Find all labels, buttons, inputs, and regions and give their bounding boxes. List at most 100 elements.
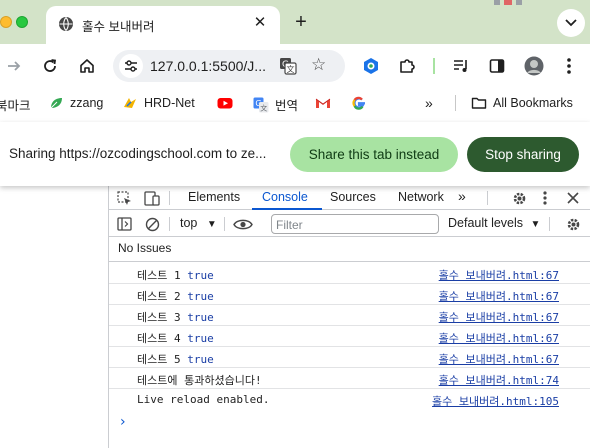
side-panel-button[interactable] [487,56,507,76]
page-content [0,186,108,448]
partial-tab-icon [494,0,522,5]
chevron-double-right-icon: » [425,95,433,111]
tab-console[interactable]: Console [262,190,308,204]
site-info-button[interactable] [119,54,143,78]
console-message: Live reload enabled. 홀수 보내버려.html:105 [109,389,590,410]
close-tab-icon[interactable]: ✕ [252,15,268,31]
toolbar-divider [433,58,435,74]
log-source-link[interactable]: 홀수 보내버려.html:67 [439,330,559,346]
issues-label: No Issues [118,241,172,255]
bookmark-label: HRD-Net [144,96,195,110]
log-source-link[interactable]: 홀수 보내버려.html:105 [432,393,559,409]
gmail-icon [315,98,331,108]
device-toolbar-button[interactable] [144,190,160,206]
tab-title: 홀수 보내버려 [82,20,155,34]
avatar-icon [524,56,544,76]
close-devtools-button[interactable] [565,190,581,206]
all-bookmarks-button[interactable]: All Bookmarks [471,95,573,111]
context-selector[interactable]: top ▼ [180,216,217,230]
browser-menu-button[interactable] [559,56,579,76]
inspect-icon [116,190,131,205]
inspect-element-button[interactable] [116,190,132,206]
console-message: 테스트에 통과하셨습니다! 홀수 보내버려.html:74 [109,368,590,389]
console-filter-input[interactable]: Filter [271,214,439,234]
extension-button-1[interactable] [361,56,381,76]
minimize-window-button[interactable] [0,16,12,28]
bookmark-item[interactable]: G文 번역 [253,95,298,114]
log-text: 테스트 3 true [137,311,214,324]
log-text: 테스트 4 true [137,332,214,345]
translate-icon[interactable]: G 文 [279,57,297,75]
console-message: 테스트 3 true 홀수 보내버려.html:67 [109,305,590,326]
device-mode-icon [144,190,160,206]
toolbar-divider [169,217,170,231]
forward-button[interactable] [4,56,24,76]
log-value: true [187,311,214,324]
bookmark-item[interactable]: HRD-Net [122,95,195,111]
clear-console-button[interactable] [144,216,160,232]
console-toolbar: top ▼ Filter Default levels ▼ [109,211,590,237]
log-value: true [187,290,214,303]
log-value: true [187,332,214,345]
log-source-link[interactable]: 홀수 보내버려.html:67 [439,309,559,325]
youtube-icon [217,98,233,109]
tab-network[interactable]: Network [398,190,444,204]
log-source-link[interactable]: 홀수 보내버려.html:74 [439,372,559,388]
log-levels-dropdown[interactable]: Default levels ▼ [448,216,540,230]
bookmark-star-icon[interactable]: ☆ [311,55,326,75]
bookmarks-bar: 북마크 zzang HRD-Net G文 번역 » All Bookmarks [0,88,590,118]
share-this-tab-button[interactable]: Share this tab instead [290,137,458,172]
devtools-menu-button[interactable] [537,190,553,206]
more-tabs-button[interactable]: » [458,188,466,204]
log-text: 테스트 1 true [137,269,214,282]
dropdown-caret-icon: ▼ [206,219,217,230]
bookmark-item[interactable] [217,95,239,111]
new-tab-button[interactable]: + [291,12,311,32]
bookmark-item[interactable] [351,95,373,111]
puzzle-icon [400,59,415,73]
bookmark-item[interactable] [315,95,337,111]
sharing-message: Sharing https://ozcodingschool.com to ze… [9,146,267,161]
bookmarks-divider [455,95,456,111]
tab-elements[interactable]: Elements [188,190,240,204]
svg-text:文: 文 [287,64,295,74]
home-icon [80,59,94,73]
log-source-link[interactable]: 홀수 보내버려.html:67 [439,351,559,367]
bookmark-label: 번역 [275,99,299,113]
console-settings-button[interactable] [565,216,581,232]
console-prompt-icon[interactable]: › [120,414,126,430]
context-label: top [180,216,198,230]
extensions-button[interactable] [397,56,417,76]
browser-tab-active[interactable]: 홀수 보내버려 ✕ [46,6,280,44]
zoom-window-button[interactable] [16,16,28,28]
address-bar[interactable]: 127.0.0.1:5500/J... G 文 ☆ [113,50,345,82]
chevron-down-icon [565,19,577,27]
all-bookmarks-label: All Bookmarks [493,96,573,110]
log-text: Live reload enabled. [137,393,270,406]
log-source-link[interactable]: 홀수 보내버려.html:67 [439,288,559,304]
toolbar-divider [487,191,488,205]
bookmark-item[interactable]: zzang [48,95,103,111]
reload-button[interactable] [40,56,60,76]
more-bookmarks-button[interactable]: » [425,95,433,111]
console-message: 테스트 1 true 홀수 보내버려.html:67 [109,263,590,284]
stop-sharing-button[interactable]: Stop sharing [467,137,579,172]
profile-avatar[interactable] [524,56,544,76]
media-controls-button[interactable] [451,56,471,76]
log-text: 테스트 5 true [137,353,214,366]
extension-badge-icon [364,58,378,74]
tab-sources[interactable]: Sources [330,190,376,204]
block-icon [145,217,159,231]
arrow-right-icon [8,61,21,71]
tab-search-button[interactable] [557,9,585,37]
issues-bar: No Issues [109,238,590,262]
live-expression-button[interactable] [233,216,253,232]
url-text: 127.0.0.1:5500/J... [150,58,266,74]
home-button[interactable] [77,56,97,76]
screen-sharing-bar: Sharing https://ozcodingschool.com to ze… [0,122,590,186]
devtools-settings-button[interactable] [511,190,527,206]
bookmark-item[interactable]: 북마크 [0,95,31,114]
log-source-link[interactable]: 홀수 보내버려.html:67 [439,267,559,283]
bookmark-label: 북마크 [0,99,31,113]
show-sidebar-button[interactable] [116,216,132,232]
